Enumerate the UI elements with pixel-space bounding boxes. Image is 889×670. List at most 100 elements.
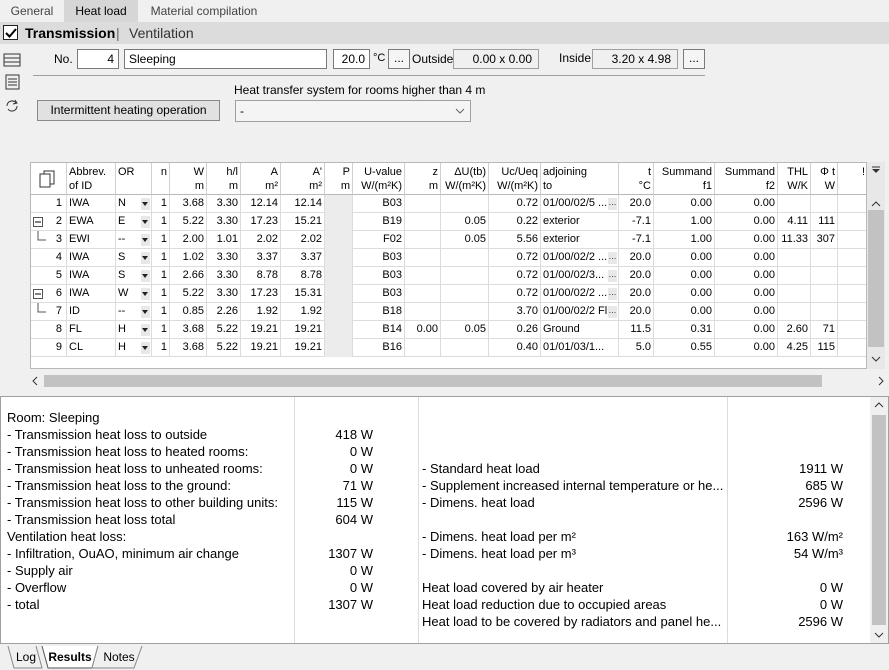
cell-thl[interactable]: 4.25: [778, 339, 811, 357]
cell-f2[interactable]: 0.00: [715, 249, 778, 267]
cell-du[interactable]: [441, 285, 489, 303]
cell-or[interactable]: W: [116, 285, 152, 303]
cell-a2[interactable]: 1.92: [281, 303, 325, 321]
cell-f1[interactable]: 0.31: [654, 321, 715, 339]
cell-phi[interactable]: [811, 249, 838, 267]
results-scroll-up-icon[interactable]: [873, 401, 885, 409]
cell-t[interactable]: 20.0: [619, 249, 654, 267]
cell-adj[interactable]: 01/00/02/2 ...…: [541, 285, 619, 303]
table-row[interactable]: 9 CL H 1 3.68 5.22 19.21 19.21 B16 0.40 01/01/03/1…: [31, 339, 866, 357]
cell-a[interactable]: 17.23: [241, 213, 281, 231]
tab-results[interactable]: Results: [48, 646, 92, 668]
dropdown-icon[interactable]: [141, 216, 150, 228]
cell-u[interactable]: B19: [353, 213, 405, 231]
cell-a2[interactable]: 15.31: [281, 285, 325, 303]
cell-id[interactable]: FL: [67, 321, 116, 339]
cell-z[interactable]: [405, 285, 441, 303]
cell-t[interactable]: -7.1: [619, 231, 654, 249]
cell-t[interactable]: 5.0: [619, 339, 654, 357]
cell-w[interactable]: 2.00: [170, 231, 207, 249]
cell-f1[interactable]: 0.00: [654, 303, 715, 321]
cell-u[interactable]: F02: [353, 231, 405, 249]
cell-thl[interactable]: [778, 267, 811, 285]
cell-a[interactable]: 19.21: [241, 339, 281, 357]
cell-n[interactable]: 1: [152, 249, 170, 267]
cell-phi[interactable]: 111: [811, 213, 838, 231]
cell-w[interactable]: 1.02: [170, 249, 207, 267]
cell-f1[interactable]: 1.00: [654, 231, 715, 249]
cell-u[interactable]: B03: [353, 249, 405, 267]
cell-phi[interactable]: 307: [811, 231, 838, 249]
results-scroll-down-icon[interactable]: [873, 631, 885, 639]
scroll-up-icon[interactable]: [870, 200, 882, 208]
cell-or[interactable]: N: [116, 195, 152, 213]
row-number[interactable]: 1: [31, 195, 67, 213]
cell-a[interactable]: 8.78: [241, 267, 281, 285]
cell-z[interactable]: [405, 339, 441, 357]
transmission-checkbox[interactable]: [3, 25, 18, 40]
cell-f2[interactable]: 0.00: [715, 339, 778, 357]
dropdown-icon[interactable]: [141, 252, 150, 264]
cell-du[interactable]: [441, 267, 489, 285]
section-title[interactable]: Transmission: [25, 23, 115, 43]
table-row[interactable]: 1 IWA N 1 3.68 3.30 12.14 12.14 B03 0.72 01/00/02/…: [31, 195, 866, 213]
cell-u[interactable]: B16: [353, 339, 405, 357]
cell-a[interactable]: 17.23: [241, 285, 281, 303]
cell-w[interactable]: 5.22: [170, 285, 207, 303]
cell-uc[interactable]: 0.72: [489, 195, 541, 213]
cell-phi[interactable]: 71: [811, 321, 838, 339]
ellipsis-icon[interactable]: …: [608, 306, 617, 318]
row-number[interactable]: 5: [31, 267, 67, 285]
cell-p[interactable]: [325, 231, 353, 249]
dropdown-icon[interactable]: [141, 234, 150, 246]
cell-f2[interactable]: 0.00: [715, 321, 778, 339]
row-number[interactable]: 2: [31, 213, 67, 231]
menu-down-icon[interactable]: [870, 166, 882, 174]
cell-p[interactable]: [325, 339, 353, 357]
cell-f2[interactable]: 0.00: [715, 285, 778, 303]
table-row[interactable]: 8 FL H 1 3.68 5.22 19.21 19.21 B14 0.00 0.05 0.26 Gr…: [31, 321, 866, 339]
cell-z[interactable]: [405, 267, 441, 285]
cell-phi[interactable]: [811, 195, 838, 213]
cell-phi[interactable]: [811, 285, 838, 303]
cell-a2[interactable]: 3.37: [281, 249, 325, 267]
row-number[interactable]: 8: [31, 321, 67, 339]
cell-uc[interactable]: 0.26: [489, 321, 541, 339]
cell-thl[interactable]: [778, 249, 811, 267]
cell-h[interactable]: 3.30: [207, 195, 241, 213]
refresh-icon[interactable]: [3, 98, 21, 114]
cell-n[interactable]: 1: [152, 339, 170, 357]
cell-a[interactable]: 12.14: [241, 195, 281, 213]
section-ventilation[interactable]: Ventilation: [129, 23, 194, 43]
cell-a2[interactable]: 15.21: [281, 213, 325, 231]
cell-id[interactable]: IWA: [67, 267, 116, 285]
cell-id[interactable]: EWI: [67, 231, 116, 249]
cell-z[interactable]: [405, 213, 441, 231]
cell-h[interactable]: 1.01: [207, 231, 241, 249]
cell-z[interactable]: 0.00: [405, 321, 441, 339]
table-row[interactable]: 4 IWA S 1 1.02 3.30 3.37 3.37 B03 0.72 01/00/02/2 …: [31, 249, 866, 267]
cell-u[interactable]: B14: [353, 321, 405, 339]
cell-adj[interactable]: 01/00/02/2 ...…: [541, 249, 619, 267]
cell-or[interactable]: S: [116, 267, 152, 285]
cell-or[interactable]: H: [116, 321, 152, 339]
cell-thl[interactable]: 11.33: [778, 231, 811, 249]
list-icon[interactable]: [3, 74, 21, 90]
cell-h[interactable]: 2.26: [207, 303, 241, 321]
cell-a[interactable]: 2.02: [241, 231, 281, 249]
tab-material-compilation[interactable]: Material compilation: [138, 0, 270, 22]
cell-f1[interactable]: 1.00: [654, 213, 715, 231]
cell-p[interactable]: [325, 195, 353, 213]
cell-id[interactable]: ID: [67, 303, 116, 321]
cell-thl[interactable]: 2.60: [778, 321, 811, 339]
cell-n[interactable]: 1: [152, 303, 170, 321]
cell-f1[interactable]: 0.00: [654, 195, 715, 213]
cell-adj[interactable]: exterior: [541, 213, 619, 231]
cell-thl[interactable]: [778, 285, 811, 303]
table-row[interactable]: 2 EWA E 1 5.22 3.30 17.23 15.21 B19 0.05 0.22 exter…: [31, 213, 866, 231]
cell-phi[interactable]: [811, 267, 838, 285]
row-number[interactable]: 7: [31, 303, 67, 321]
cell-p[interactable]: [325, 267, 353, 285]
cell-p[interactable]: [325, 213, 353, 231]
chevron-down-icon[interactable]: [455, 107, 465, 115]
